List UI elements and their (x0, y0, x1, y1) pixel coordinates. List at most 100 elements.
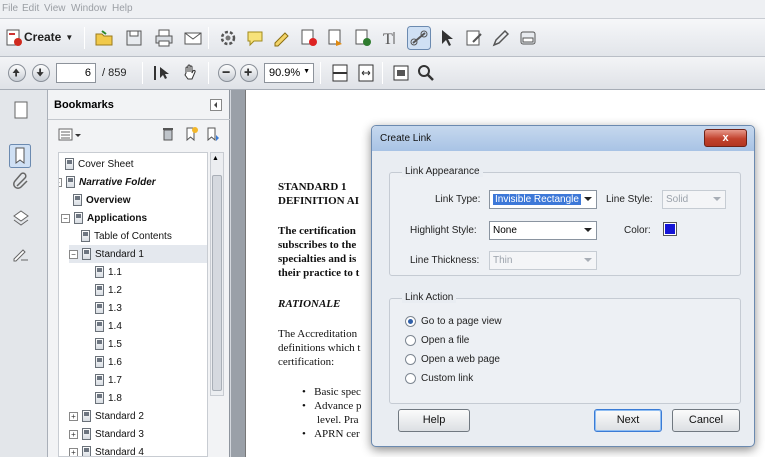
expand-toggle-icon[interactable]: + (69, 447, 78, 456)
expand-bookmark-icon[interactable] (205, 126, 221, 142)
link-appearance-label: Link Appearance (402, 166, 483, 177)
collapse-panel-icon[interactable] (210, 99, 222, 111)
radio-open-file[interactable]: Open a file (405, 335, 469, 346)
menu-help[interactable]: Help (112, 3, 133, 14)
radio-custom-link[interactable]: Custom link (405, 373, 473, 384)
bookmark-item[interactable]: + Standard 3 (69, 425, 144, 443)
zoom-out-button[interactable] (218, 64, 236, 82)
link-tool-icon[interactable] (407, 26, 431, 50)
navigation-pane-strip (0, 90, 48, 457)
hand-tool-icon[interactable] (180, 63, 200, 83)
pencil-icon[interactable] (491, 28, 511, 48)
sign-icon[interactable] (272, 28, 292, 48)
print-icon[interactable] (154, 28, 174, 48)
line-style-select[interactable]: Solid (662, 190, 726, 209)
search-icon[interactable] (416, 63, 436, 83)
radio-open-web-page[interactable]: Open a web page (405, 354, 500, 365)
select-text-cursor-icon[interactable] (151, 63, 171, 83)
collapse-toggle-icon[interactable]: − (61, 213, 70, 223)
bookmark-item[interactable]: Overview (73, 191, 130, 209)
page-number-input[interactable]: 6 (56, 63, 96, 83)
create-button[interactable]: Create ▼ (24, 27, 73, 47)
toolbar-separator (84, 27, 85, 49)
scrollbar-thumb[interactable] (212, 175, 222, 391)
help-button[interactable]: Help (398, 409, 470, 432)
save-icon[interactable] (124, 28, 144, 48)
open-folder-icon[interactable] (94, 28, 114, 48)
line-thickness-select[interactable]: Thin (489, 251, 597, 270)
expand-toggle-icon[interactable]: + (69, 429, 78, 439)
create-pdf-icon[interactable] (4, 28, 24, 48)
fit-width-icon[interactable] (356, 63, 376, 83)
next-button[interactable]: Next (594, 409, 662, 432)
bookmark-item[interactable]: + Standard 2 (69, 407, 144, 425)
collapse-toggle-icon[interactable]: − (59, 177, 62, 187)
cancel-button[interactable]: Cancel (672, 409, 740, 432)
previous-page-button[interactable] (8, 64, 26, 82)
options-menu-icon[interactable] (58, 127, 82, 143)
chevron-down-icon (584, 228, 592, 232)
bookmark-item[interactable]: + Standard 4 (69, 443, 144, 456)
bookmarks-toolbar (48, 121, 230, 149)
trash-icon[interactable] (160, 126, 176, 142)
bookmark-icon (95, 302, 104, 314)
highlight-style-select[interactable]: None (489, 221, 597, 240)
comment-icon[interactable] (245, 28, 265, 48)
doc-text-line: The Accreditation (278, 328, 358, 340)
gear-icon[interactable] (218, 28, 238, 48)
page-thumbnails-icon[interactable] (11, 100, 31, 120)
layers-icon[interactable] (11, 208, 31, 228)
bookmark-item-selected[interactable]: − Standard 1 (69, 245, 207, 263)
new-bookmark-icon[interactable] (183, 126, 199, 142)
close-button[interactable]: x (704, 129, 747, 147)
bookmarks-icon[interactable] (9, 144, 31, 168)
text-touchup-icon[interactable]: T (380, 28, 400, 48)
signatures-icon[interactable] (11, 244, 31, 264)
email-icon[interactable] (183, 28, 203, 48)
attachments-icon[interactable] (11, 172, 31, 192)
bookmark-item[interactable]: Table of Contents (81, 227, 172, 245)
menu-edit[interactable]: Edit (22, 3, 39, 14)
edit-document-icon[interactable] (464, 28, 484, 48)
bookmark-item[interactable]: 1.5 (95, 335, 122, 353)
bookmark-item[interactable]: −Narrative Folder (59, 173, 156, 191)
snapshot-icon[interactable] (391, 63, 411, 83)
document-processing-icon[interactable] (353, 28, 373, 48)
arrow-up-icon (12, 68, 20, 77)
bookmarks-header: Bookmarks (48, 90, 230, 120)
bookmark-item[interactable]: Cover Sheet (65, 155, 134, 173)
bookmark-item[interactable]: − Applications (61, 209, 147, 227)
scroll-up-icon[interactable]: ▲ (212, 155, 219, 162)
menu-window[interactable]: Window (71, 3, 107, 14)
secure-document-icon[interactable] (299, 28, 319, 48)
radio-icon (405, 335, 416, 346)
zoom-select[interactable]: 90.9% ▼ (264, 63, 314, 83)
bookmark-item[interactable]: 1.7 (95, 371, 122, 389)
svg-text:T: T (383, 31, 393, 48)
bookmark-item[interactable]: 1.4 (95, 317, 122, 335)
zoom-in-button[interactable] (240, 64, 258, 82)
next-page-button[interactable] (32, 64, 50, 82)
bookmark-item[interactable]: 1.6 (95, 353, 122, 371)
radio-go-to-page-view[interactable]: Go to a page view (405, 316, 502, 327)
bookmark-item[interactable]: 1.3 (95, 299, 122, 317)
doc-heading: DEFINITION AI (278, 195, 359, 207)
expand-toggle-icon[interactable]: + (69, 411, 78, 421)
color-picker[interactable] (663, 222, 677, 236)
main-toolbar: Create ▼ T (0, 19, 765, 57)
select-object-icon[interactable] (437, 28, 457, 48)
link-type-select[interactable]: Invisible Rectangle (489, 190, 597, 209)
bookmark-icon (66, 176, 75, 188)
bookmark-item[interactable]: 1.2 (95, 281, 122, 299)
radio-selected-icon (405, 316, 416, 327)
bookmarks-scrollbar[interactable]: ▲ (210, 152, 224, 396)
export-document-icon[interactable] (326, 28, 346, 48)
bookmark-item[interactable]: 1.1 (95, 263, 122, 281)
collapse-toggle-icon[interactable]: − (69, 249, 78, 259)
bookmark-icon (73, 194, 82, 206)
menu-file[interactable]: File (2, 3, 18, 14)
fit-page-icon[interactable] (330, 63, 350, 83)
bookmark-item[interactable]: 1.8 (95, 389, 122, 407)
print-production-icon[interactable] (518, 28, 538, 48)
menu-view[interactable]: View (44, 3, 66, 14)
